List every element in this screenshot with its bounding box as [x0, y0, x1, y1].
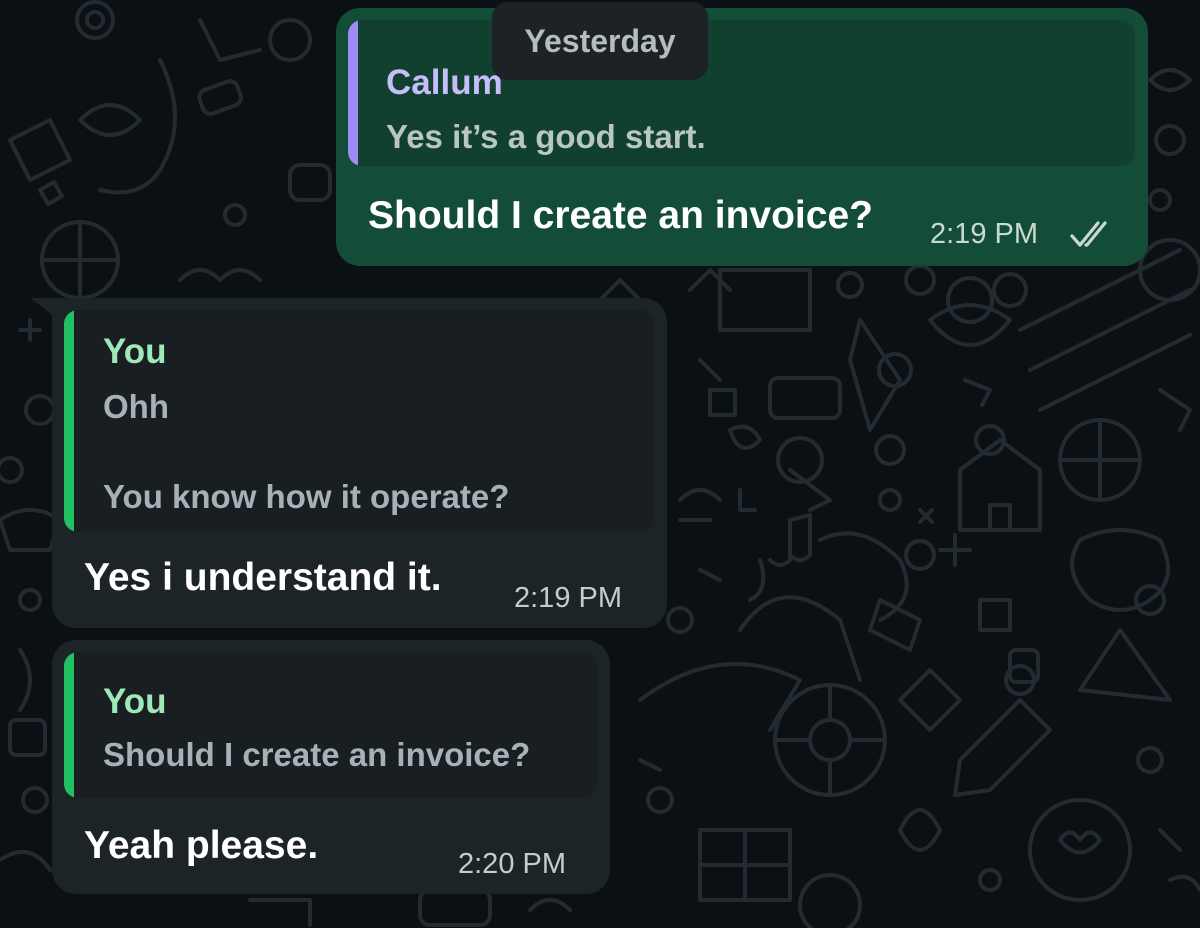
- quote-author: Callum: [386, 63, 503, 102]
- quote-text-line1: Ohh: [103, 388, 169, 425]
- incoming-message-bubble[interactable]: You Ohh You know how it operate? Yes i u…: [52, 298, 667, 628]
- quoted-message[interactable]: You Ohh You know how it operate?: [64, 310, 654, 532]
- message-time: 2:20 PM: [458, 848, 566, 880]
- quote-author: You: [103, 332, 167, 371]
- quote-author: You: [103, 682, 167, 721]
- message-text: Should I create an invoice?: [368, 194, 873, 237]
- incoming-message-bubble[interactable]: You Should I create an invoice? Yeah ple…: [52, 640, 610, 894]
- quote-text-line2: You know how it operate?: [103, 478, 510, 515]
- quote-text: Should I create an invoice?: [103, 736, 531, 773]
- quoted-message[interactable]: Callum Yes it’s a good start.: [348, 20, 1135, 166]
- message-text: Yeah please.: [84, 824, 319, 867]
- quote-text: Yes it’s a good start.: [386, 118, 706, 155]
- message-time: 2:19 PM: [930, 218, 1038, 250]
- message-time: 2:19 PM: [514, 582, 622, 614]
- outgoing-message-bubble[interactable]: Callum Yes it’s a good start. Should I c…: [336, 8, 1148, 266]
- quoted-message[interactable]: You Should I create an invoice?: [64, 652, 597, 798]
- message-text: Yes i understand it.: [84, 556, 442, 599]
- date-separator: Yesterday: [492, 2, 708, 80]
- quote-bar: [64, 652, 74, 798]
- double-check-icon: [1070, 221, 1107, 247]
- quote-bar: [64, 310, 74, 532]
- quote-bar: [348, 20, 358, 166]
